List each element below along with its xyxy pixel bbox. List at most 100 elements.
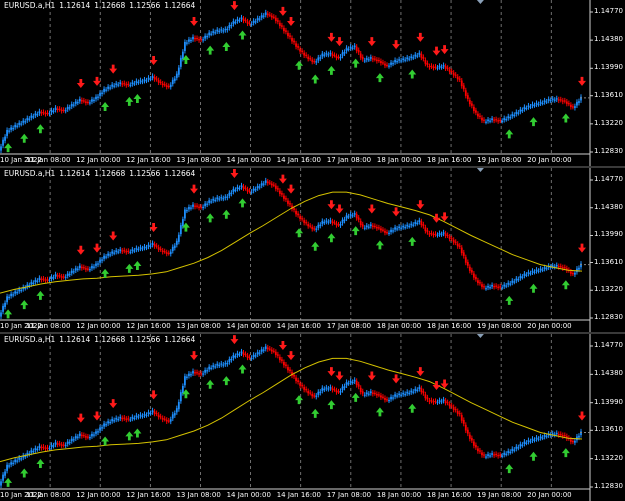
candle-body	[460, 415, 463, 421]
candle-body	[190, 207, 192, 209]
price-axis-label: 1.13610	[594, 425, 623, 434]
time-axis-label: 18 Jan 00:00	[376, 156, 422, 164]
candle-body	[38, 445, 41, 449]
candle-body	[281, 25, 283, 27]
candle-body	[452, 239, 455, 243]
candle-body	[135, 80, 138, 83]
candle-body	[440, 401, 443, 403]
buy-arrow-icon	[36, 459, 45, 469]
candle-body	[412, 391, 415, 393]
candle-body	[432, 66, 435, 69]
candle-body	[226, 28, 229, 31]
candle-body	[412, 224, 415, 226]
time-axis-label: 20 Jan 00:00	[527, 322, 572, 330]
candle-body	[70, 270, 73, 274]
candle-body	[44, 447, 47, 449]
buy-arrow-icon	[561, 448, 570, 458]
candle-body	[420, 221, 423, 225]
candle-body	[303, 52, 306, 56]
candle-body	[161, 250, 164, 253]
chart-panel[interactable]: EURUSD.a,H1 1.12614 1.12668 1.12566 1.12664 …	[0, 334, 625, 501]
candle-body	[220, 197, 223, 199]
candle-body	[386, 399, 388, 401]
candle-body	[256, 18, 259, 21]
candle-body	[309, 58, 312, 60]
candle-body	[390, 229, 392, 233]
buy-arrow-icon	[311, 408, 320, 418]
candle-body	[416, 222, 419, 225]
candle-body	[539, 268, 542, 271]
candle-body	[448, 69, 451, 72]
candle-body	[99, 259, 101, 263]
candle-body	[422, 224, 425, 227]
candle-body	[535, 269, 538, 272]
candle-body	[105, 424, 107, 426]
candle-body	[499, 454, 502, 456]
candle-body	[313, 228, 316, 230]
candle-body	[32, 116, 35, 118]
candle-body	[477, 113, 479, 117]
buy-arrow-icon	[375, 73, 384, 83]
candle-body	[137, 416, 140, 418]
time-axis-label: 14 Jan 16:00	[276, 322, 322, 330]
candle-body	[206, 203, 209, 205]
candle-body	[576, 101, 578, 106]
candle-body	[230, 358, 233, 361]
candle-body	[365, 58, 368, 60]
chart-panel[interactable]: EURUSD.a,H1 1.12614 1.12668 1.12566 1.12664 …	[0, 168, 625, 332]
candle-body	[345, 215, 348, 219]
sell-arrow-icon	[230, 335, 239, 345]
candle-body	[89, 437, 91, 439]
candle-body	[361, 56, 364, 60]
candle-body	[127, 83, 130, 86]
candle-body	[173, 78, 176, 81]
candle-body	[303, 220, 306, 223]
buy-arrow-icon	[505, 295, 514, 305]
candle-body	[270, 349, 273, 352]
candle-body	[323, 54, 326, 56]
candle-body	[0, 312, 2, 317]
sell-arrow-icon	[190, 184, 198, 194]
candle-body	[355, 214, 358, 219]
candle-body	[121, 83, 124, 85]
chart-panel[interactable]: EURUSD.a,H1 1.12614 1.12668 1.12566 1.12664 …	[0, 0, 625, 166]
candle-body	[12, 128, 15, 130]
time-axis-label: 11 Jan 08:00	[26, 322, 71, 330]
candle-body	[177, 401, 180, 410]
candle-body	[369, 391, 372, 394]
candle-body	[378, 394, 380, 396]
candle-body	[143, 79, 146, 81]
candle-body	[493, 285, 495, 288]
candle-body	[226, 196, 229, 198]
candle-body	[200, 39, 202, 41]
candle-body	[30, 115, 33, 118]
candle-body	[260, 183, 263, 186]
candle-body	[115, 417, 118, 420]
candle-body	[80, 266, 83, 269]
candle-body	[297, 46, 299, 48]
candle-body	[289, 35, 291, 37]
time-axis-label: 18 Jan 00:00	[376, 491, 422, 499]
candle-body	[400, 394, 403, 396]
candle-body	[89, 269, 91, 271]
buy-arrow-icon	[529, 451, 538, 461]
candle-body	[66, 273, 69, 277]
candle-body	[565, 101, 568, 104]
candle-body	[276, 188, 279, 190]
candle-body	[426, 63, 429, 66]
candle-body	[357, 217, 360, 220]
candle-body	[511, 280, 514, 283]
sell-arrow-icon	[149, 55, 158, 65]
candle-body	[497, 120, 500, 122]
candle-body	[371, 58, 374, 60]
time-axis-label: 19 Jan 08:00	[477, 156, 522, 164]
candle-body	[331, 53, 334, 56]
buy-arrow-icon	[327, 400, 336, 410]
candle-body	[161, 417, 164, 420]
chart-plot	[0, 0, 593, 166]
candle-body	[380, 395, 382, 398]
candle-body	[523, 441, 526, 444]
price-axis-label: 1.14380	[594, 369, 623, 378]
candle-body	[244, 353, 247, 356]
candle-body	[331, 221, 334, 224]
